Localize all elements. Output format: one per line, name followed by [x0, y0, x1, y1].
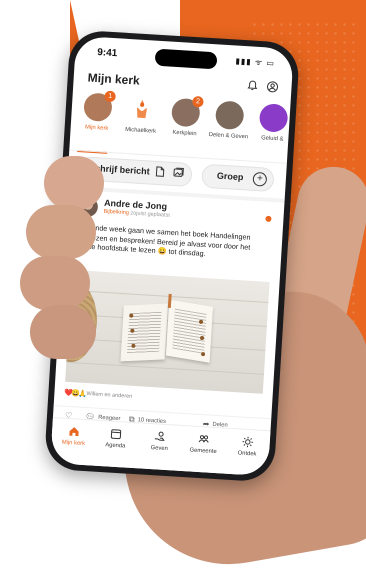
- post-time: zojuist geplaatst: [130, 210, 170, 218]
- story-mijn-kerk[interactable]: 1 Mijn kerk: [75, 92, 121, 133]
- tab-label: Ontdek: [227, 450, 267, 458]
- story-badge: 1: [104, 91, 116, 103]
- give-icon: [140, 429, 181, 444]
- tab-label: Agenda: [95, 442, 135, 450]
- hand-finger: [20, 256, 90, 310]
- home-icon: [54, 424, 95, 439]
- tab-label: Gemeente: [183, 447, 223, 455]
- status-time: 9:41: [97, 47, 118, 59]
- tab-gemeente[interactable]: Gemeente: [183, 432, 224, 455]
- user-circle-icon[interactable]: [265, 80, 280, 95]
- page-title: Mijn kerk: [87, 71, 140, 88]
- plus-icon: +: [252, 172, 267, 187]
- tab-ontdek[interactable]: Ontdek: [227, 435, 268, 458]
- tab-mijn-kerk[interactable]: Mijn kerk: [53, 424, 94, 447]
- document-icon[interactable]: [155, 166, 166, 181]
- sun-icon: [227, 435, 268, 450]
- story-label: Michaëlkerk: [118, 127, 162, 136]
- group-button[interactable]: Groep +: [201, 164, 274, 192]
- story-label: Geluid &: [250, 135, 294, 144]
- bell-icon[interactable]: [245, 79, 260, 94]
- hand-finger: [44, 156, 104, 210]
- story-delen-geven[interactable]: Delen & Geven: [206, 100, 252, 141]
- avatar: 1: [83, 92, 113, 122]
- phone-frame: 9:41 ▮▮▮ ᯤ ▭ Mijn kerk 1 Mijn kerk: [44, 29, 300, 482]
- community-icon: [183, 432, 224, 447]
- open-book-image: [120, 303, 213, 366]
- story-label: Kerkplein: [162, 129, 206, 138]
- story-badge: 2: [192, 96, 204, 108]
- church-logo-icon: [127, 95, 157, 125]
- avatar: [259, 103, 289, 133]
- system-icons: ▮▮▮ ᯤ ▭: [235, 56, 275, 69]
- dynamic-island: [155, 49, 218, 70]
- avatar: [215, 100, 245, 130]
- phone-screen: 9:41 ▮▮▮ ᯤ ▭ Mijn kerk 1 Mijn kerk: [50, 36, 294, 477]
- hand-finger: [26, 205, 96, 259]
- story-label: Mijn kerk: [75, 124, 119, 133]
- post-text: Komende week gaan we samen het boek Hand…: [75, 222, 270, 262]
- avatar: 2: [171, 98, 201, 128]
- reactions-text: Willem en anderen: [86, 391, 132, 400]
- story-geluid[interactable]: Geluid &: [250, 103, 294, 144]
- calendar-icon: [96, 427, 137, 442]
- photo-icon[interactable]: [173, 167, 185, 182]
- story-michaelkerk[interactable]: Michaëlkerk: [118, 95, 164, 136]
- group-label: Groep: [217, 171, 244, 183]
- hand-finger: [30, 305, 96, 359]
- unread-dot: [265, 216, 271, 222]
- avatar: [127, 95, 157, 125]
- tab-label: Mijn kerk: [53, 439, 93, 447]
- tab-agenda[interactable]: Agenda: [95, 427, 136, 450]
- tab-label: Geven: [139, 444, 179, 452]
- phone: 9:41 ▮▮▮ ᯤ ▭ Mijn kerk 1 Mijn kerk: [44, 29, 300, 482]
- post-group[interactable]: Bijbelkring: [103, 209, 129, 217]
- story-kerkplein[interactable]: 2 Kerkplein: [162, 97, 208, 138]
- tab-geven[interactable]: Geven: [139, 429, 180, 452]
- story-label: Delen & Geven: [206, 132, 250, 141]
